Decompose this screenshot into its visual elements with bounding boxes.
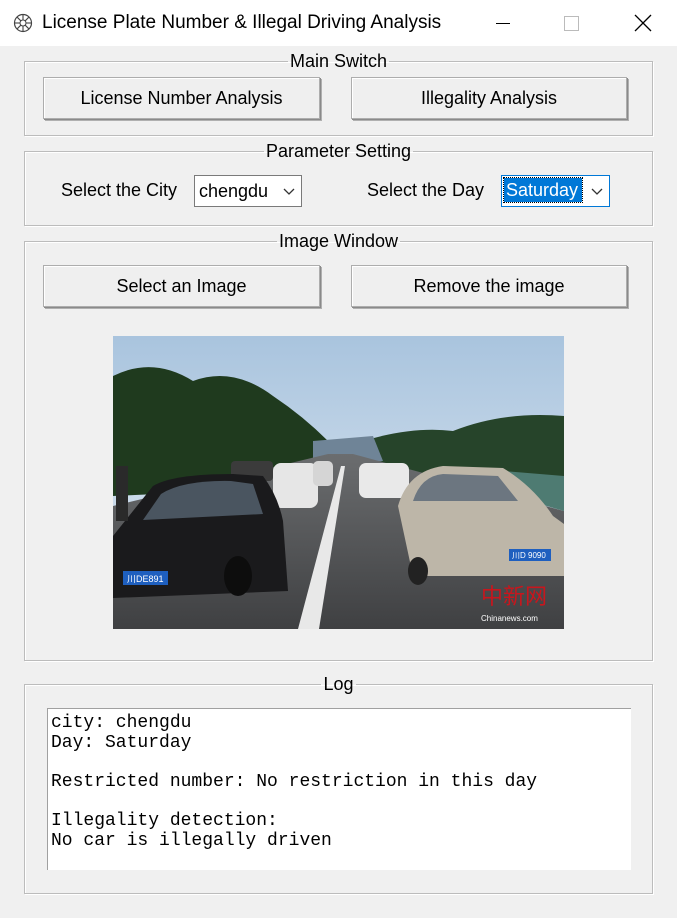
day-select[interactable]: Saturday <box>501 175 610 207</box>
day-select-value: Saturday <box>503 177 583 203</box>
select-image-button[interactable]: Select an Image <box>43 265 320 307</box>
license-number-analysis-button[interactable]: License Number Analysis <box>43 77 320 119</box>
log-line: Illegality detection: <box>51 811 278 831</box>
window-title: License Plate Number & Illegal Driving A… <box>42 12 442 33</box>
parameter-setting-title: Parameter Setting <box>265 141 412 161</box>
city-select[interactable]: chengdu <box>194 175 302 207</box>
plate-right-text: 川D 9090 <box>512 551 546 560</box>
chevron-down-icon <box>591 188 603 195</box>
watermark-en: Chinanews.com <box>481 614 538 623</box>
plate-left-text: 川DE891 <box>127 574 164 584</box>
traffic-photo: 川DE891 川D 9090 中新网 Chinanews.com <box>113 336 564 629</box>
log-line: city: chengdu <box>51 713 192 733</box>
app-feather-icon <box>13 13 33 33</box>
image-window-title: Image Window <box>278 231 399 251</box>
day-label: Select the Day <box>367 180 485 200</box>
maximize-button[interactable] <box>547 0 593 46</box>
log-textarea[interactable]: city: chengdu Day: Saturday Restricted n… <box>47 708 631 870</box>
city-select-value: chengdu <box>199 181 269 201</box>
illegality-analysis-button[interactable]: Illegality Analysis <box>351 77 627 119</box>
main-switch-title: Main Switch <box>289 51 388 71</box>
log-line: Restricted number: No restriction in thi… <box>51 772 538 792</box>
watermark-cn: 中新网 <box>481 585 547 610</box>
log-title: Log <box>323 674 354 694</box>
log-line: Day: Saturday <box>51 733 192 753</box>
minimize-button[interactable] <box>480 0 526 46</box>
city-label: Select the City <box>61 180 178 200</box>
close-button[interactable] <box>620 0 666 46</box>
log-line: No car is illegally driven <box>51 831 332 851</box>
title-bar: License Plate Number & Illegal Driving A… <box>0 0 677 46</box>
chevron-down-icon <box>283 188 295 195</box>
close-icon <box>634 14 652 32</box>
remove-image-button[interactable]: Remove the image <box>351 265 627 307</box>
